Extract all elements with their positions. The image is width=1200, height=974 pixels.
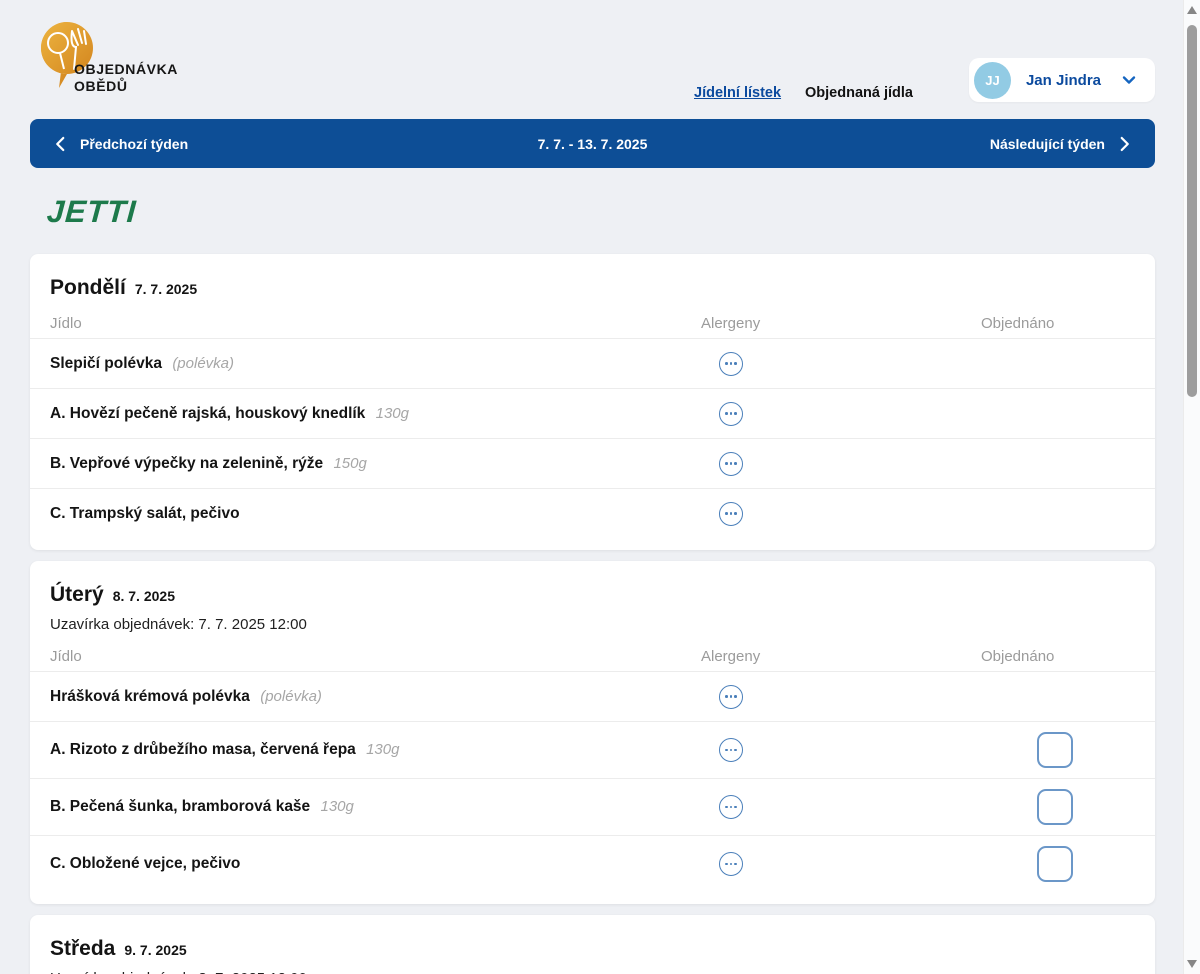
allergen-info-button[interactable] bbox=[719, 795, 743, 819]
allergen-info-button[interactable] bbox=[719, 852, 743, 876]
allergen-info-button[interactable] bbox=[719, 352, 743, 376]
app-title: OBJEDNÁVKA OBĚDŮ bbox=[74, 61, 178, 95]
meal-row: C. Obložené vejce, pečivo bbox=[30, 835, 1155, 892]
meal-rows: Hrášková krémová polévka (polévka) A. Ri… bbox=[30, 671, 1155, 892]
order-checkbox[interactable] bbox=[1037, 846, 1073, 882]
ellipsis-icon bbox=[725, 695, 728, 698]
chevron-down-icon bbox=[1121, 72, 1137, 88]
meal-rows: Slepičí polévka (polévka) A. Hovězí peče… bbox=[30, 338, 1155, 538]
chevron-left-icon bbox=[52, 135, 70, 153]
meal-row: Hrášková krémová polévka (polévka) bbox=[30, 671, 1155, 721]
column-header-allergens: Alergeny bbox=[701, 315, 981, 332]
allergen-info-button[interactable] bbox=[719, 402, 743, 426]
day-date: 7. 7. 2025 bbox=[135, 281, 197, 297]
next-week-label: Následující týden bbox=[990, 136, 1105, 152]
table-header-row: Jídlo Alergeny Objednáno bbox=[30, 637, 1155, 671]
chevron-right-icon bbox=[1115, 135, 1133, 153]
ellipsis-icon bbox=[725, 462, 728, 465]
column-header-meal: Jídlo bbox=[50, 648, 701, 665]
previous-week-button[interactable]: Předchozí týden bbox=[30, 119, 210, 168]
allergen-info-button[interactable] bbox=[719, 685, 743, 709]
meal-note: 150g bbox=[333, 455, 366, 472]
ellipsis-icon bbox=[725, 512, 728, 515]
meal-row: A. Rizoto z drůbežího masa, červená řepa… bbox=[30, 721, 1155, 778]
user-name: Jan Jindra bbox=[1026, 72, 1101, 89]
meal-note: 130g bbox=[366, 741, 399, 758]
day-card: Úterý 8. 7. 2025 Uzavírka objednávek: 7.… bbox=[30, 561, 1155, 904]
column-header-ordered: Objednáno bbox=[981, 315, 1135, 332]
meal-note: 130g bbox=[376, 405, 409, 422]
column-header-allergens: Alergeny bbox=[701, 648, 981, 665]
meal-name: B. Vepřové výpečky na zelenině, rýže bbox=[50, 455, 323, 472]
meal-note: (polévka) bbox=[172, 355, 234, 372]
meal-row: A. Hovězí pečeně rajská, houskový knedlí… bbox=[30, 388, 1155, 438]
next-week-button[interactable]: Následující týden bbox=[968, 119, 1155, 168]
meal-name: Slepičí polévka bbox=[50, 355, 162, 372]
ellipsis-icon bbox=[725, 749, 728, 752]
meal-note: (polévka) bbox=[260, 688, 322, 705]
day-title: Pondělí bbox=[50, 276, 126, 300]
meal-note: 130g bbox=[321, 798, 354, 815]
vertical-scrollbar[interactable] bbox=[1183, 0, 1200, 974]
order-checkbox[interactable] bbox=[1037, 732, 1073, 768]
day-title: Úterý bbox=[50, 583, 104, 607]
allergen-info-button[interactable] bbox=[719, 452, 743, 476]
meal-row: B. Vepřové výpečky na zelenině, rýže 150… bbox=[30, 438, 1155, 488]
allergen-info-button[interactable] bbox=[719, 738, 743, 762]
week-range: 7. 7. - 13. 7. 2025 bbox=[538, 136, 648, 152]
day-date: 8. 7. 2025 bbox=[113, 588, 175, 604]
provider-logo: JETTI bbox=[46, 194, 138, 230]
scroll-down-arrow-icon[interactable] bbox=[1187, 960, 1197, 968]
meal-row: C. Trampský salát, pečivo bbox=[30, 488, 1155, 538]
ellipsis-icon bbox=[725, 806, 728, 809]
allergen-info-button[interactable] bbox=[719, 502, 743, 526]
ellipsis-icon bbox=[725, 863, 728, 866]
avatar: JJ bbox=[974, 62, 1011, 99]
main-viewport: OBJEDNÁVKA OBĚDŮ Jídelní lístek Objednan… bbox=[0, 0, 1183, 974]
order-deadline: Uzavírka objednávek: 7. 7. 2025 12:00 bbox=[50, 616, 1135, 633]
scroll-up-arrow-icon[interactable] bbox=[1187, 6, 1197, 14]
top-header: OBJEDNÁVKA OBĚDŮ Jídelní lístek Objednan… bbox=[30, 0, 1155, 119]
meal-name: Hrášková krémová polévka bbox=[50, 688, 250, 705]
column-header-meal: Jídlo bbox=[50, 315, 701, 332]
day-cards: Pondělí 7. 7. 2025 Jídlo Alergeny Objedn… bbox=[30, 254, 1155, 974]
day-date: 9. 7. 2025 bbox=[124, 942, 186, 958]
meal-name: B. Pečená šunka, bramborová kaše bbox=[50, 798, 310, 815]
day-title: Středa bbox=[50, 937, 115, 961]
meal-name: C. Obložené vejce, pečivo bbox=[50, 855, 240, 872]
meal-name: A. Rizoto z drůbežího masa, červená řepa bbox=[50, 741, 356, 758]
scrollbar-thumb[interactable] bbox=[1187, 25, 1197, 397]
meal-name: A. Hovězí pečeně rajská, houskový knedlí… bbox=[50, 405, 365, 422]
ellipsis-icon bbox=[725, 362, 728, 365]
day-card: Pondělí 7. 7. 2025 Jídlo Alergeny Objedn… bbox=[30, 254, 1155, 550]
table-header-row: Jídlo Alergeny Objednáno bbox=[30, 304, 1155, 338]
day-card: Středa 9. 7. 2025 Uzavírka objednávek: 8… bbox=[30, 915, 1155, 974]
ellipsis-icon bbox=[725, 412, 728, 415]
meal-row: Slepičí polévka (polévka) bbox=[30, 338, 1155, 388]
order-deadline: Uzavírka objednávek: 8. 7. 2025 12:00 bbox=[50, 970, 1135, 974]
nav-ordered-link[interactable]: Objednaná jídla bbox=[805, 85, 913, 101]
column-header-ordered: Objednáno bbox=[981, 648, 1135, 665]
meal-name: C. Trampský salát, pečivo bbox=[50, 505, 240, 522]
user-menu[interactable]: JJ Jan Jindra bbox=[969, 58, 1155, 102]
previous-week-label: Předchozí týden bbox=[80, 136, 188, 152]
meal-row: B. Pečená šunka, bramborová kaše 130g bbox=[30, 778, 1155, 835]
order-checkbox[interactable] bbox=[1037, 789, 1073, 825]
week-navigation-bar: Předchozí týden 7. 7. - 13. 7. 2025 Násl… bbox=[30, 119, 1155, 168]
nav-menu-link[interactable]: Jídelní lístek bbox=[694, 85, 781, 101]
